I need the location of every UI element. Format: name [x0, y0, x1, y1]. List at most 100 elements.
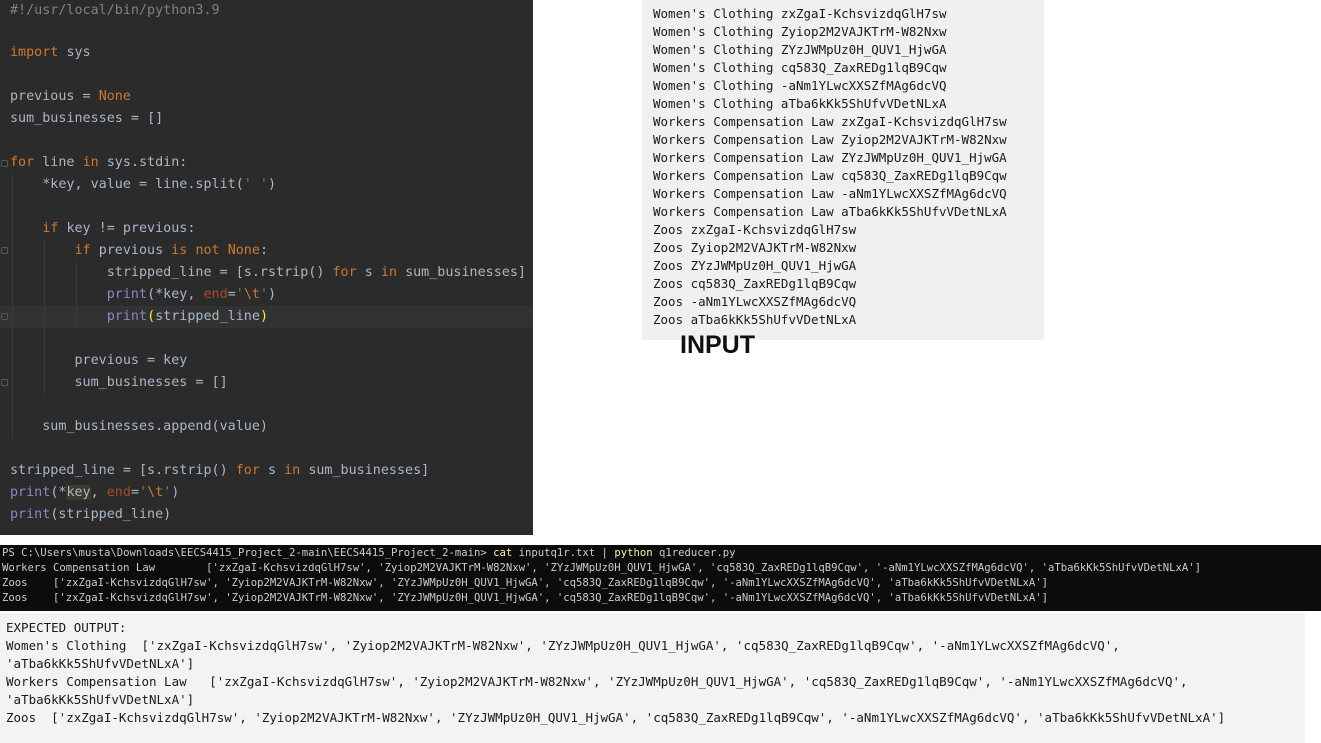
code-text: sys.stdin:	[106, 155, 188, 170]
code-line[interactable]: sum_businesses = []	[10, 108, 163, 130]
code-text: =	[187, 375, 212, 390]
input-line: Workers Compensation Law cq583Q_ZaxREDg1…	[653, 168, 1007, 183]
terminal-args: q1reducer.py	[652, 547, 736, 559]
code-text: stripped_line	[10, 463, 115, 478]
terminal-command: python	[614, 547, 653, 559]
keyword-argument: end	[203, 287, 228, 302]
input-line: Zoos aTba6kKk5ShUfvVDetNLxA	[653, 312, 857, 327]
input-line: Workers Compensation Law Zyiop2M2VAJKTrM…	[653, 132, 1007, 147]
input-data-panel: Women's Clothing zxZgaI-KchsvizdqGlH7sw …	[642, 0, 1044, 340]
keyword: in	[380, 265, 397, 280]
builtin-function: print	[10, 485, 51, 500]
code-line[interactable]: #!/usr/local/bin/python3.9	[10, 0, 220, 22]
code-text: line	[42, 155, 75, 170]
string-literal: ' '	[243, 177, 268, 192]
code-text: [s.rstrip()	[235, 265, 325, 280]
fold-marker-icon[interactable]	[1, 379, 8, 386]
keyword: for	[10, 155, 35, 170]
input-line: Zoos zxZgaI-KchsvizdqGlH7sw	[653, 222, 857, 237]
builtin-function: print	[10, 507, 51, 522]
string-literal: '	[139, 485, 148, 500]
code-line[interactable]: print(*key, end='\t')	[10, 284, 276, 306]
expected-line: Zoos ['zxZgaI-KchsvizdqGlH7sw', 'Zyiop2M…	[6, 710, 1226, 725]
code-text: ,	[90, 485, 107, 500]
code-text: sum_businesses]	[308, 463, 430, 478]
keyword: if	[74, 243, 91, 258]
terminal-command-line[interactable]: PS C:\Users\musta\Downloads\EECS4415_Pro…	[2, 546, 736, 561]
keyword: if	[42, 221, 59, 236]
code-line[interactable]: *key, value = line.split(' ')	[10, 174, 276, 196]
code-text: s	[268, 463, 277, 478]
input-line: Workers Compensation Law aTba6kKk5ShUfvV…	[653, 204, 1007, 219]
code-line[interactable]: print(stripped_line)	[10, 306, 268, 328]
code-line[interactable]: stripped_line = [s.rstrip() for s in sum…	[10, 262, 526, 284]
code-line[interactable]: previous = key	[10, 350, 188, 372]
keyword: for	[235, 463, 260, 478]
code-line[interactable]: print(*key, end='\t')	[10, 482, 179, 504]
code-text: =	[122, 111, 148, 126]
code-line[interactable]: for line in sys.stdin:	[10, 152, 187, 174]
escape-sequence: \t	[243, 287, 260, 302]
keyword: import	[10, 45, 59, 60]
shebang-comment: #!/usr/local/bin/python3.9	[10, 3, 220, 18]
code-text: stripped_line	[106, 265, 212, 280]
expected-line: Workers Compensation Law ['zxZgaI-Kchsvi…	[6, 674, 1188, 689]
keyword: None	[227, 243, 260, 258]
code-text: =	[130, 485, 139, 500]
code-line[interactable]: if previous is not None:	[10, 240, 269, 262]
code-text: key	[66, 485, 91, 500]
code-line[interactable]: if key != previous:	[10, 218, 195, 240]
powershell-terminal[interactable]: PS C:\Users\musta\Downloads\EECS4415_Pro…	[0, 545, 1321, 611]
code-text: *key, value = line.split(	[42, 177, 244, 192]
code-line[interactable]: previous = None	[10, 86, 131, 108]
code-line[interactable]: print(stripped_line)	[10, 504, 171, 526]
code-text: =	[227, 287, 236, 302]
keyword: None	[98, 89, 131, 104]
code-text: (stripped_line)	[50, 507, 172, 522]
code-text: :	[259, 243, 268, 258]
code-text: )	[267, 177, 277, 192]
terminal-output-row: Workers Compensation Law ['zxZgaI-Kchsvi…	[2, 562, 1202, 574]
keyword: is	[171, 243, 188, 258]
builtin-function: print	[106, 309, 148, 324]
keyword-argument: end	[106, 485, 131, 500]
code-line[interactable]: sum_businesses.append(value)	[10, 416, 268, 438]
fold-marker-icon[interactable]	[1, 247, 8, 254]
code-line[interactable]: import sys	[10, 42, 91, 64]
escape-sequence: \t	[147, 485, 164, 500]
code-text: =	[74, 89, 99, 104]
input-line: Workers Compensation Law zxZgaI-Kchsvizd…	[653, 114, 1007, 129]
input-line: Women's Clothing zxZgaI-KchsvizdqGlH7sw	[653, 6, 947, 21]
input-line: Women's Clothing -aNm1YLwcXXSZfMAg6dcVQ	[653, 78, 947, 93]
code-text: []	[211, 375, 228, 390]
code-text: []	[147, 111, 164, 126]
code-line[interactable]: sum_businesses = []	[10, 372, 228, 394]
keyword: not	[195, 243, 220, 258]
code-text: sys	[66, 45, 91, 60]
fold-marker-icon[interactable]	[1, 313, 8, 320]
input-line: Workers Compensation Law ZYzJWMpUz0H_QUV…	[653, 150, 1007, 165]
terminal-command: cat	[493, 547, 513, 559]
input-line: Zoos -aNm1YLwcXXSZfMAg6dcVQ	[653, 294, 857, 309]
code-text: )	[268, 287, 277, 302]
terminal-args: inputq1r.txt |	[512, 547, 615, 559]
code-text: (*	[50, 485, 67, 500]
code-text: =	[114, 463, 139, 478]
fold-marker-icon[interactable]	[1, 160, 8, 167]
code-text: sum_businesses]	[405, 265, 526, 280]
expected-line: Women's Clothing ['zxZgaI-KchsvizdqGlH7s…	[6, 638, 1120, 653]
expected-line: 'aTba6kKk5ShUfvVDetNLxA']	[6, 692, 195, 707]
string-literal: '	[235, 287, 244, 302]
code-line[interactable]: stripped_line = [s.rstrip() for s in sum…	[10, 460, 429, 482]
code-text: (*key,	[147, 287, 204, 302]
code-text: previous	[10, 89, 75, 104]
keyword: in	[82, 155, 99, 170]
code-text: sum_businesses	[74, 375, 188, 390]
code-text: previous = key	[74, 353, 188, 368]
code-text: =	[211, 265, 236, 280]
code-editor[interactable]: #!/usr/local/bin/python3.9 import sys pr…	[0, 0, 533, 535]
keyword: in	[284, 463, 301, 478]
code-text: stripped_line	[155, 309, 260, 324]
code-text: sum_businesses.append(value)	[42, 419, 268, 434]
input-line: Zoos Zyiop2M2VAJKTrM-W82Nxw	[653, 240, 857, 255]
